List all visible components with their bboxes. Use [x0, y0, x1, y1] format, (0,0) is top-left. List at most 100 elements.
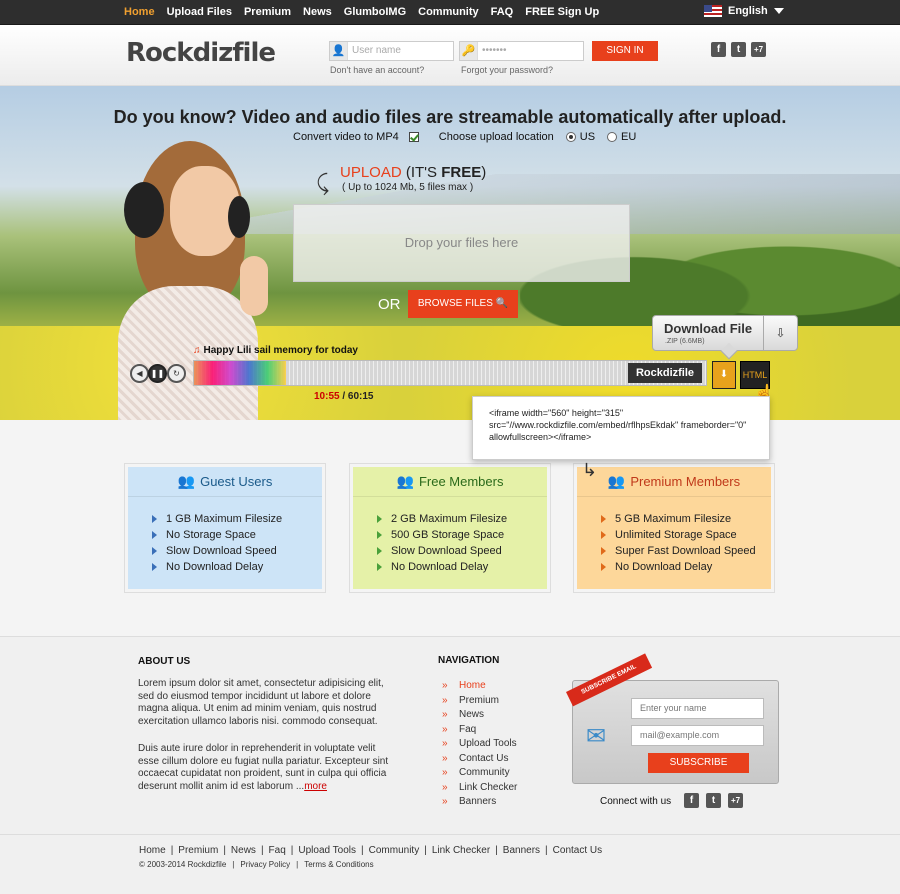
nav-community[interactable]: Community [418, 0, 479, 25]
sign-in-button[interactable]: SIGN IN [592, 41, 658, 61]
volume-icon[interactable]: ◀ [130, 364, 149, 383]
browse-files-button[interactable]: BROWSE FILES 🔍 [408, 290, 518, 318]
no-account-link[interactable]: Don't have an account? [330, 65, 424, 75]
nav-faq[interactable]: FAQ [491, 0, 514, 25]
repeat-icon[interactable]: ↻ [167, 364, 186, 383]
plan-free-members: 👥 Free Members 2 GB Maximum Filesize 500 … [349, 463, 551, 593]
waveform-played-portion [194, 361, 287, 385]
subscribe-email-input[interactable]: mail@example.com [631, 725, 764, 746]
bottom-bar: Home | Premium | News | Faq | Upload Tools | … [0, 834, 900, 894]
about-paragraph-1: Lorem ipsum dolor sit amet, consectetur … [138, 678, 384, 727]
username-field[interactable]: 👤 User name [329, 41, 454, 61]
upload-limit: ( Up to 1024 Mb, 5 files max ) [342, 182, 474, 193]
site-logo[interactable]: Rockdizfile [126, 38, 276, 68]
footer-nav-faq[interactable]: Faq [442, 723, 517, 738]
nav-glumboimg[interactable]: GlumboIMG [344, 0, 406, 25]
upload-word: UPLOAD [340, 164, 402, 181]
location-us-radio[interactable] [565, 132, 576, 142]
bottom-link-news[interactable]: News [231, 845, 256, 856]
hero-title: Do you know? Video and audio files are s… [113, 107, 787, 127]
plan-feature: No Download Delay [601, 559, 771, 575]
footer-nav-premium[interactable]: Premium [442, 694, 517, 709]
footer-nav-upload-tools[interactable]: Upload Tools [442, 737, 517, 752]
subscribe-name-input[interactable]: Enter your name [631, 698, 764, 719]
bottom-link-premium[interactable]: Premium [178, 845, 218, 856]
about-paragraph-2: Duis aute irure dolor in reprehenderit i… [138, 743, 393, 793]
chevron-down-icon [773, 8, 784, 14]
total-time: / 60:15 [342, 391, 374, 402]
download-file-size: .ZIP (6.6MB) [665, 338, 705, 345]
more-link[interactable]: more [304, 781, 327, 792]
footer-nav-home[interactable]: Home [442, 679, 517, 694]
bottom-link-link-checker[interactable]: Link Checker [432, 845, 490, 856]
facebook-icon[interactable]: f [684, 793, 699, 808]
bottom-link-home[interactable]: Home [139, 845, 166, 856]
terms-link[interactable]: Terms & Conditions [304, 860, 373, 869]
convert-mp4-label: Convert video to MP4 [293, 131, 399, 143]
song-title-text: Happy Lili sail memory for today [203, 345, 358, 356]
language-selector[interactable]: English [704, 5, 784, 17]
bottom-link-banners[interactable]: Banners [503, 845, 540, 856]
nav-home[interactable]: Home [124, 0, 155, 25]
waveform-logo: Rockdizfile [628, 363, 702, 383]
plan-title: Guest Users [200, 474, 273, 489]
language-label: English [728, 5, 768, 17]
bottom-links: Home | Premium | News | Faq | Upload Tools | … [139, 845, 603, 856]
privacy-policy-link[interactable]: Privacy Policy [240, 860, 290, 869]
pause-button[interactable]: ❚❚ [148, 364, 167, 383]
plan-feature: 5 GB Maximum Filesize [601, 511, 771, 527]
bottom-link-community[interactable]: Community [369, 845, 420, 856]
location-eu-radio[interactable] [607, 132, 618, 142]
site-header: Rockdizfile 👤 User name 🔑 ••••••• SIGN I… [0, 25, 900, 86]
plan-header: 👥 Guest Users [128, 467, 322, 497]
subscribe-button[interactable]: SUBSCRIBE [648, 753, 749, 773]
upload-heading: UPLOAD (IT'S FREE) [340, 164, 486, 181]
or-label: OR [378, 296, 401, 313]
convert-mp4-checkbox[interactable] [408, 132, 419, 142]
connect-with-us-label: Connect with us [600, 796, 672, 807]
plan-features: 5 GB Maximum Filesize Unlimited Storage … [577, 497, 771, 575]
twitter-icon[interactable]: t [731, 42, 746, 57]
google-plus-icon[interactable]: +7 [728, 793, 743, 808]
download-file-button[interactable]: Download File .ZIP (6.6MB) ⇩ [652, 315, 798, 360]
password-field[interactable]: 🔑 ••••••• [459, 41, 584, 61]
plan-feature: Slow Download Speed [377, 543, 547, 559]
download-arrow-button[interactable]: ⬇ [712, 361, 736, 389]
nav-premium[interactable]: Premium [244, 0, 291, 25]
embed-code-popup[interactable]: <iframe width="560" height="315" src="//… [472, 396, 770, 460]
users-icon: 👥 [177, 473, 196, 489]
forgot-password-link[interactable]: Forgot your password? [461, 65, 553, 75]
plan-header: 👥 Free Members [353, 467, 547, 497]
top-navigation-bar: Home Upload Files Premium News GlumboIMG… [0, 0, 900, 25]
bottom-link-contact-us[interactable]: Contact Us [553, 845, 602, 856]
upload-options: Convert video to MP4 Choose upload locat… [293, 131, 636, 143]
upload-free: FREE [441, 164, 482, 181]
plan-feature: 500 GB Storage Space [377, 527, 547, 543]
facebook-icon[interactable]: f [711, 42, 726, 57]
footer-nav-banners[interactable]: Banners [442, 795, 517, 810]
users-icon: 👥 [607, 473, 626, 489]
about-us-title: ABOUT US [138, 656, 191, 667]
audio-waveform-seekbar[interactable]: Rockdizfile [193, 360, 707, 386]
twitter-icon[interactable]: t [706, 793, 721, 808]
bottom-link-faq[interactable]: Faq [269, 845, 286, 856]
top-nav-links: Home Upload Files Premium News GlumboIMG… [124, 0, 611, 25]
google-plus-icon[interactable]: +7 [751, 42, 766, 57]
plan-feature: Unlimited Storage Space [601, 527, 771, 543]
file-dropzone[interactable]: Drop your files here [293, 204, 630, 282]
footer-nav-community[interactable]: Community [442, 766, 517, 781]
upload-paren-open: (IT'S [405, 164, 442, 181]
footer-nav-link-checker[interactable]: Link Checker [442, 781, 517, 796]
plan-features: 2 GB Maximum Filesize 500 GB Storage Spa… [353, 497, 547, 575]
nav-upload-files[interactable]: Upload Files [167, 0, 232, 25]
nav-news[interactable]: News [303, 0, 332, 25]
download-tray-icon: ⇩ [763, 316, 797, 350]
nav-free-signup[interactable]: FREE Sign Up [525, 0, 599, 25]
us-flag-icon [704, 5, 722, 17]
footer-nav-contact-us[interactable]: Contact Us [442, 752, 517, 767]
location-eu-label: EU [621, 131, 637, 143]
plan-guest-users: 👥 Guest Users 1 GB Maximum Filesize No St… [124, 463, 326, 593]
download-file-title: Download File [664, 321, 753, 336]
footer-nav-news[interactable]: News [442, 708, 517, 723]
bottom-link-upload-tools[interactable]: Upload Tools [298, 845, 356, 856]
